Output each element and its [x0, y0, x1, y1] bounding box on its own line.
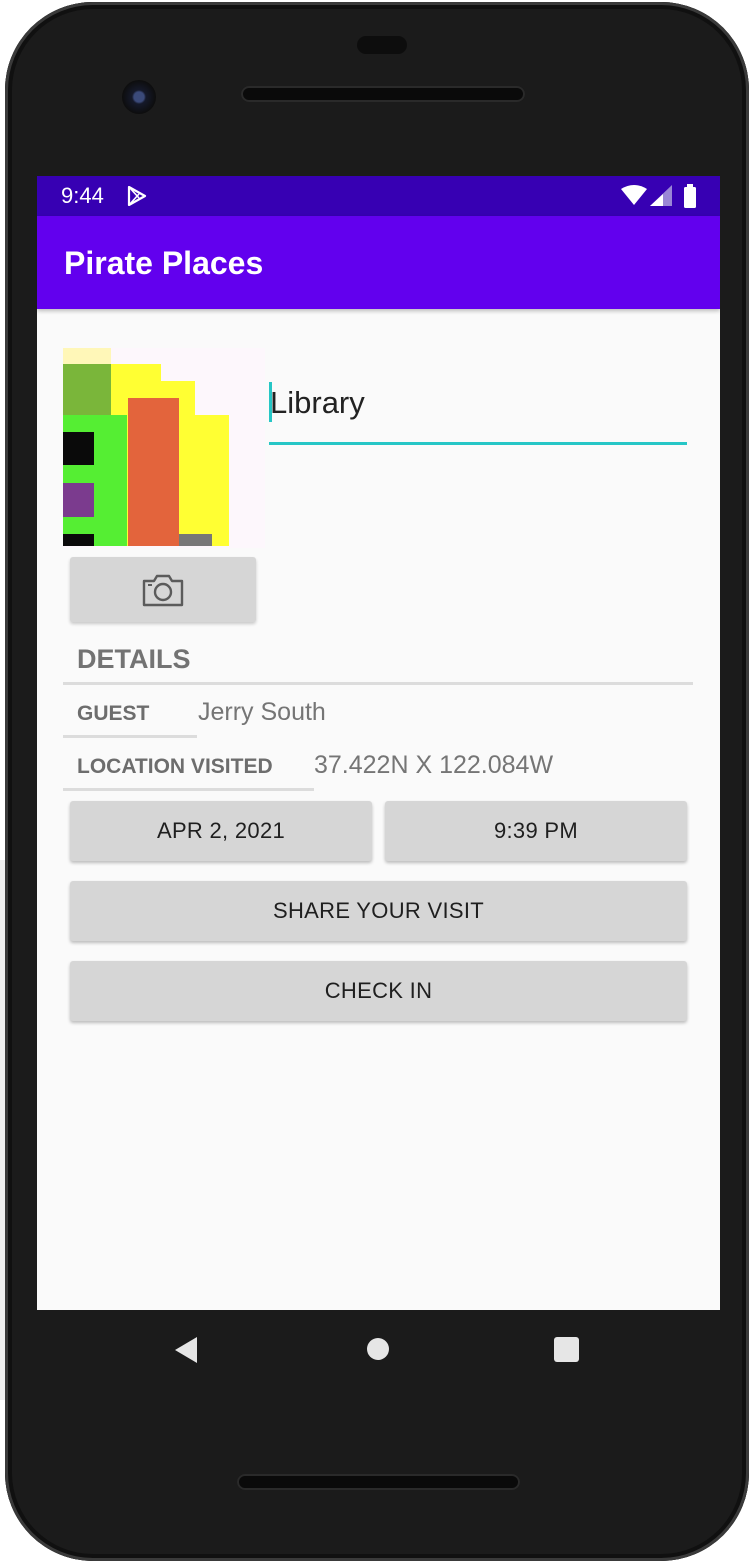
battery-icon	[684, 184, 696, 208]
date-button[interactable]: APR 2, 2021	[70, 801, 372, 861]
location-label: LOCATION VISITED	[77, 755, 273, 778]
location-label-rule	[63, 788, 314, 791]
status-time: 9:44	[61, 183, 104, 208]
input-underline	[269, 442, 687, 445]
text-cursor	[269, 382, 272, 422]
home-icon[interactable]	[367, 1338, 389, 1360]
proximity-sensor	[357, 36, 407, 54]
wifi-icon	[621, 185, 647, 205]
guest-value: Jerry South	[198, 698, 326, 726]
location-value: 37.422N X 122.084W	[314, 751, 554, 779]
guest-label-rule	[63, 735, 197, 738]
share-visit-button[interactable]: SHARE YOUR VISIT	[70, 881, 687, 941]
app-bar: Pirate Places	[37, 216, 720, 309]
camera-icon	[142, 574, 184, 606]
back-icon[interactable]	[173, 1336, 199, 1364]
place-photo[interactable]	[63, 348, 265, 548]
time-button[interactable]: 9:39 PM	[385, 801, 687, 861]
place-title-input[interactable]: Library	[269, 376, 687, 446]
device-screen: 9:44 Pirate Places Library DETAILS GUEST…	[37, 176, 720, 1310]
recent-apps-icon[interactable]	[554, 1337, 579, 1362]
status-bar: 9:44	[37, 176, 720, 216]
play-store-icon	[127, 186, 147, 206]
bottom-speaker	[237, 1474, 520, 1490]
place-title-text: Library	[270, 385, 365, 420]
top-speaker	[241, 86, 525, 102]
signal-icon	[650, 185, 672, 206]
take-photo-button[interactable]	[70, 557, 256, 622]
guest-label: GUEST	[77, 702, 150, 725]
check-in-button[interactable]: CHECK IN	[70, 961, 687, 1021]
details-divider	[63, 682, 693, 685]
details-heading: DETAILS	[77, 644, 191, 674]
app-title: Pirate Places	[64, 245, 264, 281]
front-camera	[122, 80, 156, 114]
